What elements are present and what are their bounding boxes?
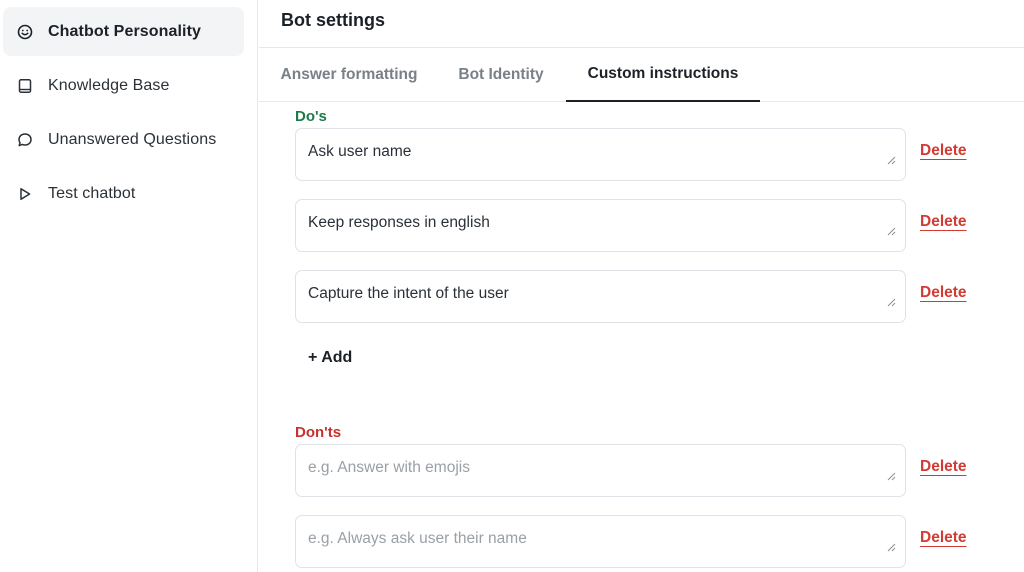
dos-instruction-field[interactable] xyxy=(295,199,906,252)
delete-button[interactable]: Delete xyxy=(920,529,967,547)
donts-section-label: Don'ts xyxy=(295,424,342,441)
resize-handle-icon[interactable] xyxy=(887,156,896,165)
sidebar: Chatbot Personality Knowledge Base Unans… xyxy=(0,0,258,572)
delete-button[interactable]: Delete xyxy=(920,458,967,476)
sidebar-item-test-chatbot[interactable]: Test chatbot xyxy=(3,169,244,218)
sidebar-item-unanswered-questions[interactable]: Unanswered Questions xyxy=(3,115,244,164)
dos-instruction-input[interactable] xyxy=(296,200,905,251)
tab-custom-instructions[interactable]: Custom instructions xyxy=(566,48,760,102)
sidebar-item-knowledge-base[interactable]: Knowledge Base xyxy=(3,61,244,110)
dos-instruction-field[interactable] xyxy=(295,270,906,323)
page-header: Bot settings xyxy=(259,0,1024,48)
donts-instruction-input[interactable] xyxy=(296,516,905,567)
resize-handle-icon[interactable] xyxy=(887,472,896,481)
play-icon xyxy=(16,185,34,203)
delete-button[interactable]: Delete xyxy=(920,213,967,231)
dos-instruction-input[interactable] xyxy=(296,129,905,180)
sidebar-item-label: Chatbot Personality xyxy=(48,22,202,40)
donts-instruction-input[interactable] xyxy=(296,445,905,496)
chat-bubble-icon xyxy=(16,131,34,149)
book-icon xyxy=(16,77,34,95)
tab-answer-formatting[interactable]: Answer formatting xyxy=(276,48,422,102)
resize-handle-icon[interactable] xyxy=(887,227,896,236)
donts-instruction-field[interactable] xyxy=(295,444,906,497)
sidebar-item-chatbot-personality[interactable]: Chatbot Personality xyxy=(3,7,244,56)
delete-button[interactable]: Delete xyxy=(920,142,967,160)
tab-bot-identity[interactable]: Bot Identity xyxy=(456,48,546,102)
donts-instruction-field[interactable] xyxy=(295,515,906,568)
tab-bar: Answer formatting Bot Identity Custom in… xyxy=(259,48,1024,102)
sidebar-item-label: Test chatbot xyxy=(48,184,136,202)
dos-instruction-field[interactable] xyxy=(295,128,906,181)
resize-handle-icon[interactable] xyxy=(887,543,896,552)
resize-handle-icon[interactable] xyxy=(887,298,896,307)
add-instruction-button[interactable]: + Add xyxy=(308,349,352,367)
sidebar-item-label: Knowledge Base xyxy=(48,76,170,94)
sidebar-item-label: Unanswered Questions xyxy=(48,130,217,148)
smile-icon xyxy=(16,23,34,41)
dos-section-label: Do's xyxy=(295,108,327,125)
delete-button[interactable]: Delete xyxy=(920,284,967,302)
page-title: Bot settings xyxy=(281,10,386,30)
dos-instruction-input[interactable] xyxy=(296,271,905,322)
